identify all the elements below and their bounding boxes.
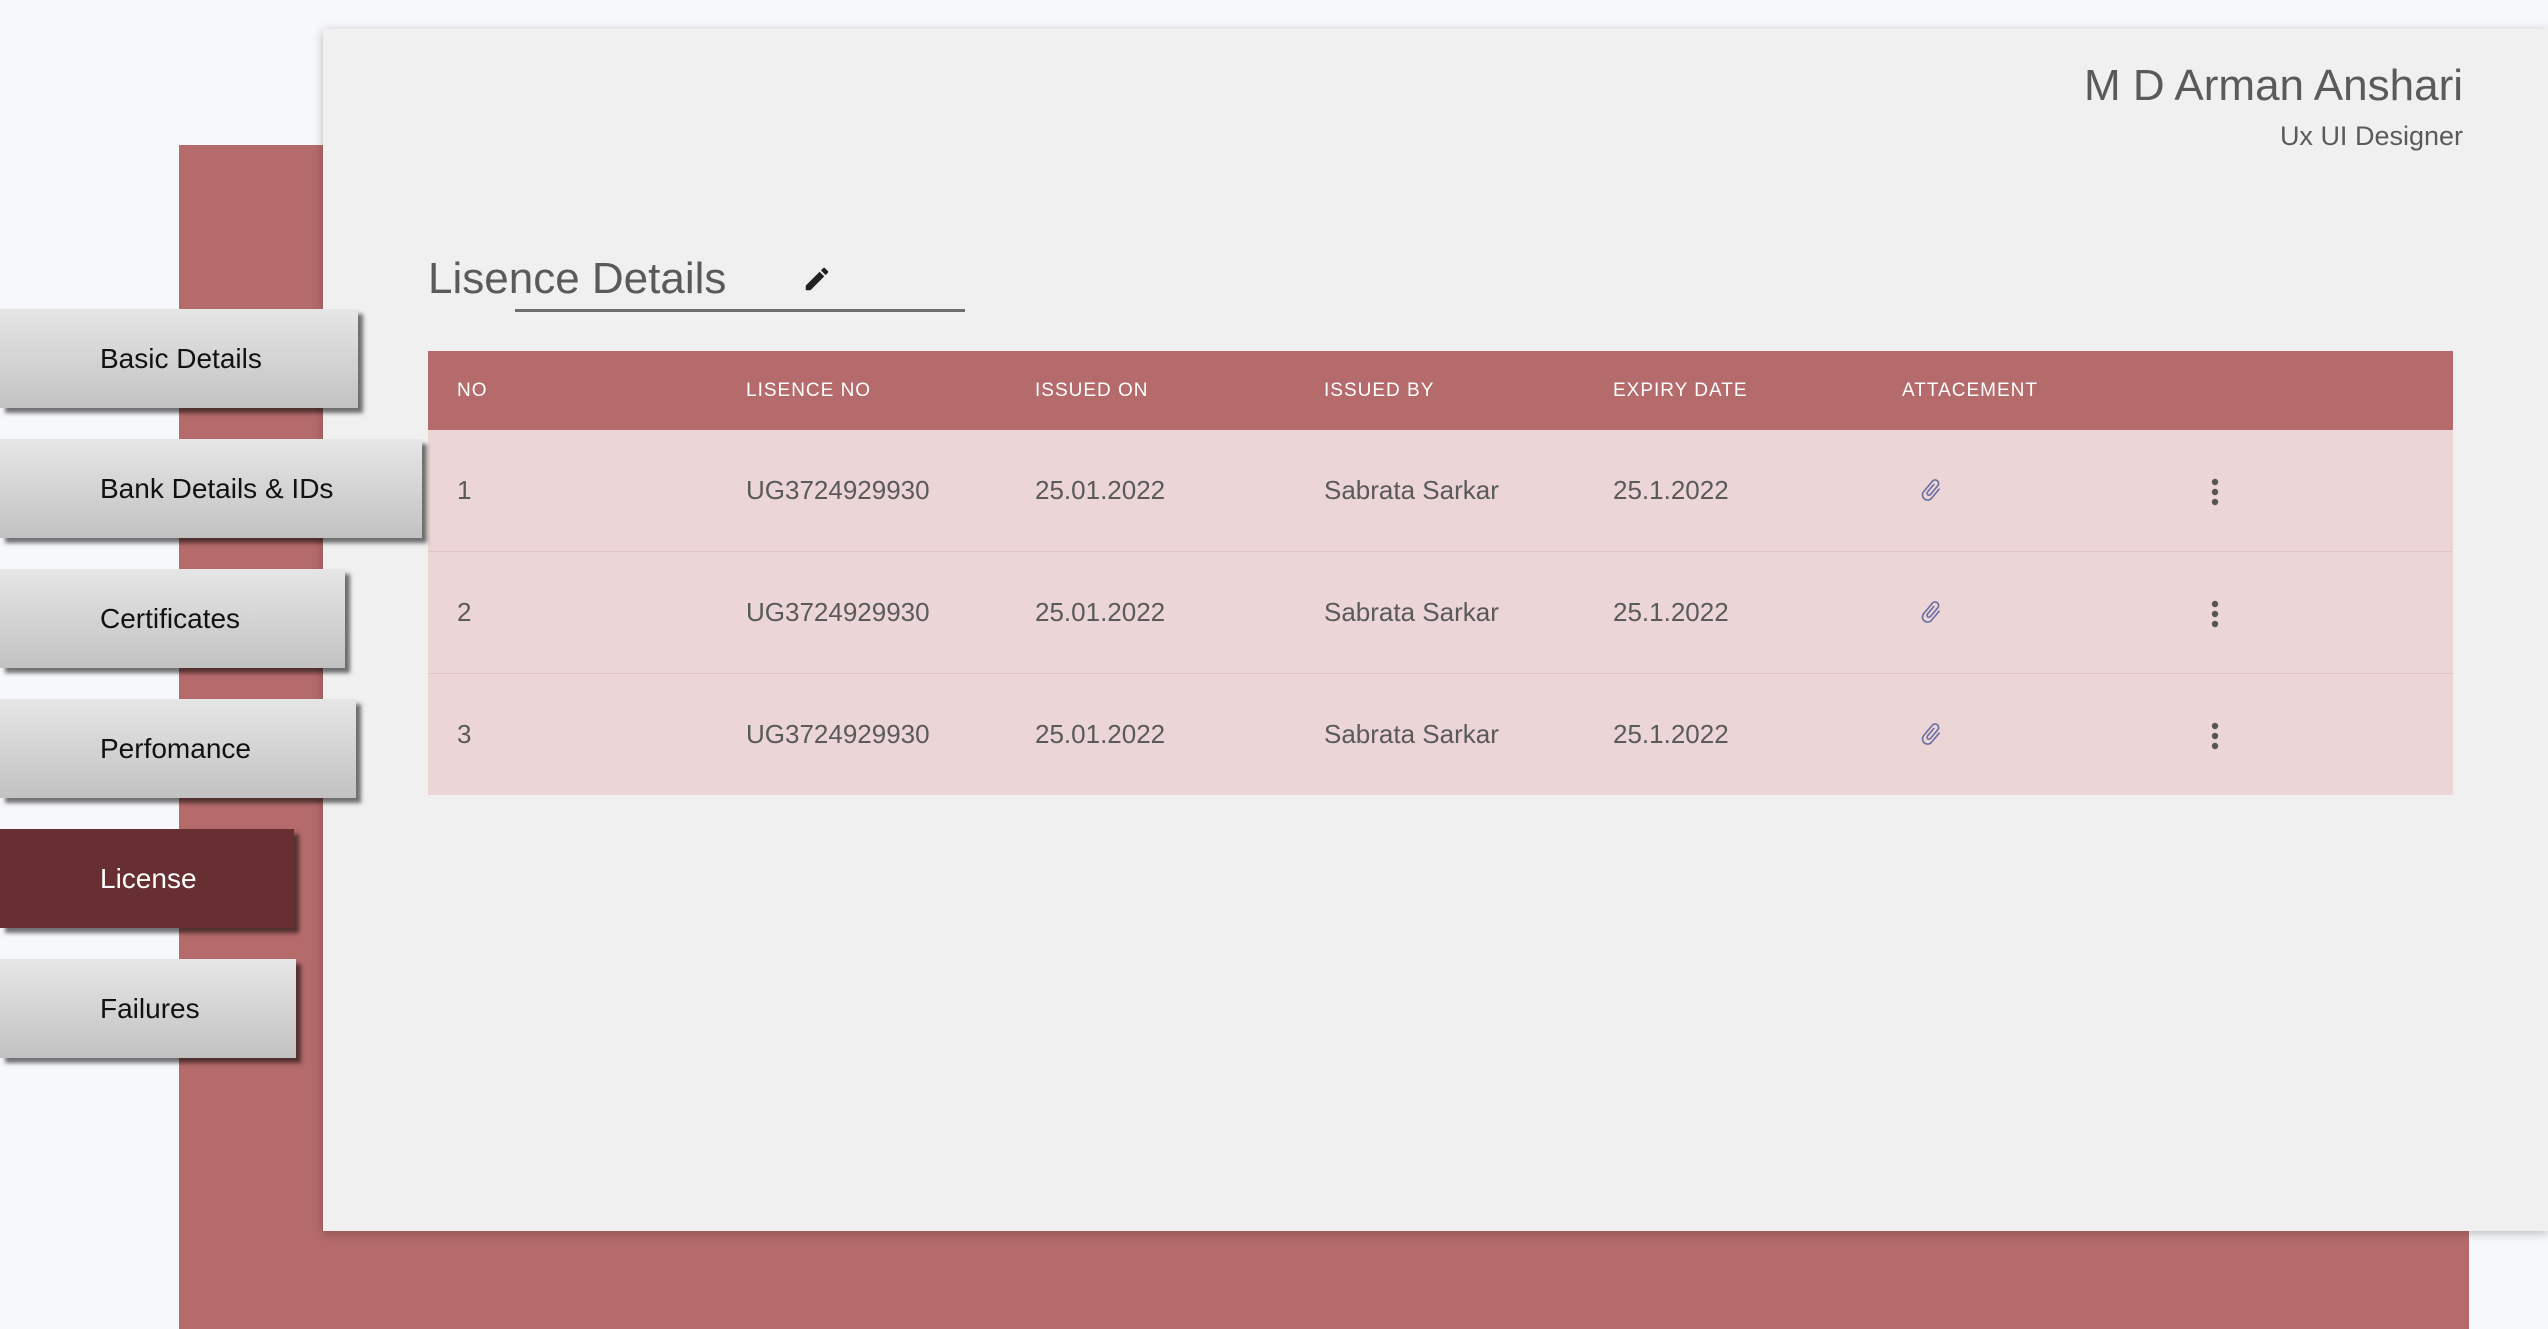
cell-no: 3 — [457, 719, 472, 749]
nav-item-failures[interactable]: Failures — [0, 959, 296, 1058]
licence-table: NO LISENCE NO ISSUED ON ISSUED BY EXPIRY… — [428, 351, 2453, 795]
nav-item-basic-details[interactable]: Basic Details — [0, 309, 358, 408]
cell-issued-by: Sabrata Sarkar — [1324, 475, 1499, 505]
title-underline — [515, 309, 965, 312]
cell-expiry-date: 25.1.2022 — [1613, 719, 1729, 749]
nav-item-label: Basic Details — [100, 343, 262, 374]
cell-issued-on: 25.01.2022 — [1035, 597, 1166, 627]
main-card: M D Arman Anshari Ux UI Designer Lisence… — [323, 29, 2548, 1231]
cell-no: 1 — [457, 475, 472, 505]
cell-issued-on: 25.01.2022 — [1035, 719, 1166, 749]
profile-name: M D Arman Anshari — [2083, 61, 2463, 110]
edit-pencil-icon[interactable] — [802, 264, 832, 294]
nav-item-license[interactable]: License — [0, 829, 294, 928]
table-row: 2 UG3724929930 25.01.2022 Sabrata Sarkar… — [428, 552, 2453, 674]
profile-role: Ux UI Designer — [2279, 121, 2463, 151]
more-vertical-icon[interactable] — [2210, 599, 2220, 629]
section-title: Lisence Details — [428, 254, 727, 303]
more-vertical-icon[interactable] — [2210, 477, 2220, 507]
cell-licence-no: UG3724929930 — [746, 597, 930, 627]
cell-licence-no: UG3724929930 — [746, 719, 930, 749]
cell-issued-by: Sabrata Sarkar — [1324, 597, 1499, 627]
header-licence-no: LISENCE NO — [746, 380, 872, 401]
header-attachment: ATTACEMENT — [1902, 380, 2038, 401]
paperclip-icon[interactable] — [1918, 720, 1944, 748]
nav-item-performance[interactable]: Perfomance — [0, 699, 356, 798]
paperclip-icon[interactable] — [1918, 598, 1944, 626]
table-header: NO LISENCE NO ISSUED ON ISSUED BY EXPIRY… — [428, 351, 2453, 430]
cell-expiry-date: 25.1.2022 — [1613, 597, 1729, 627]
paperclip-icon[interactable] — [1918, 476, 1944, 504]
more-vertical-icon[interactable] — [2210, 721, 2220, 751]
cell-no: 2 — [457, 597, 472, 627]
header-expiry-date: EXPIRY DATE — [1613, 380, 1748, 401]
table-row: 1 UG3724929930 25.01.2022 Sabrata Sarkar… — [428, 430, 2453, 552]
nav-item-certificates[interactable]: Certificates — [0, 569, 345, 668]
cell-issued-on: 25.01.2022 — [1035, 475, 1166, 505]
cell-expiry-date: 25.1.2022 — [1613, 475, 1729, 505]
nav-item-bank-details[interactable]: Bank Details & IDs — [0, 439, 422, 538]
nav-item-label: Perfomance — [100, 733, 251, 764]
table-row: 3 UG3724929930 25.01.2022 Sabrata Sarkar… — [428, 674, 2453, 795]
header-issued-on: ISSUED ON — [1035, 380, 1149, 401]
nav-item-label: Failures — [100, 993, 200, 1024]
header-issued-by: ISSUED BY — [1324, 380, 1435, 401]
nav-item-label: Bank Details & IDs — [100, 473, 334, 504]
nav-item-label: Certificates — [100, 603, 241, 634]
nav-item-label: License — [100, 863, 197, 894]
cell-issued-by: Sabrata Sarkar — [1324, 719, 1499, 749]
cell-licence-no: UG3724929930 — [746, 475, 930, 505]
header-no: NO — [457, 380, 488, 401]
